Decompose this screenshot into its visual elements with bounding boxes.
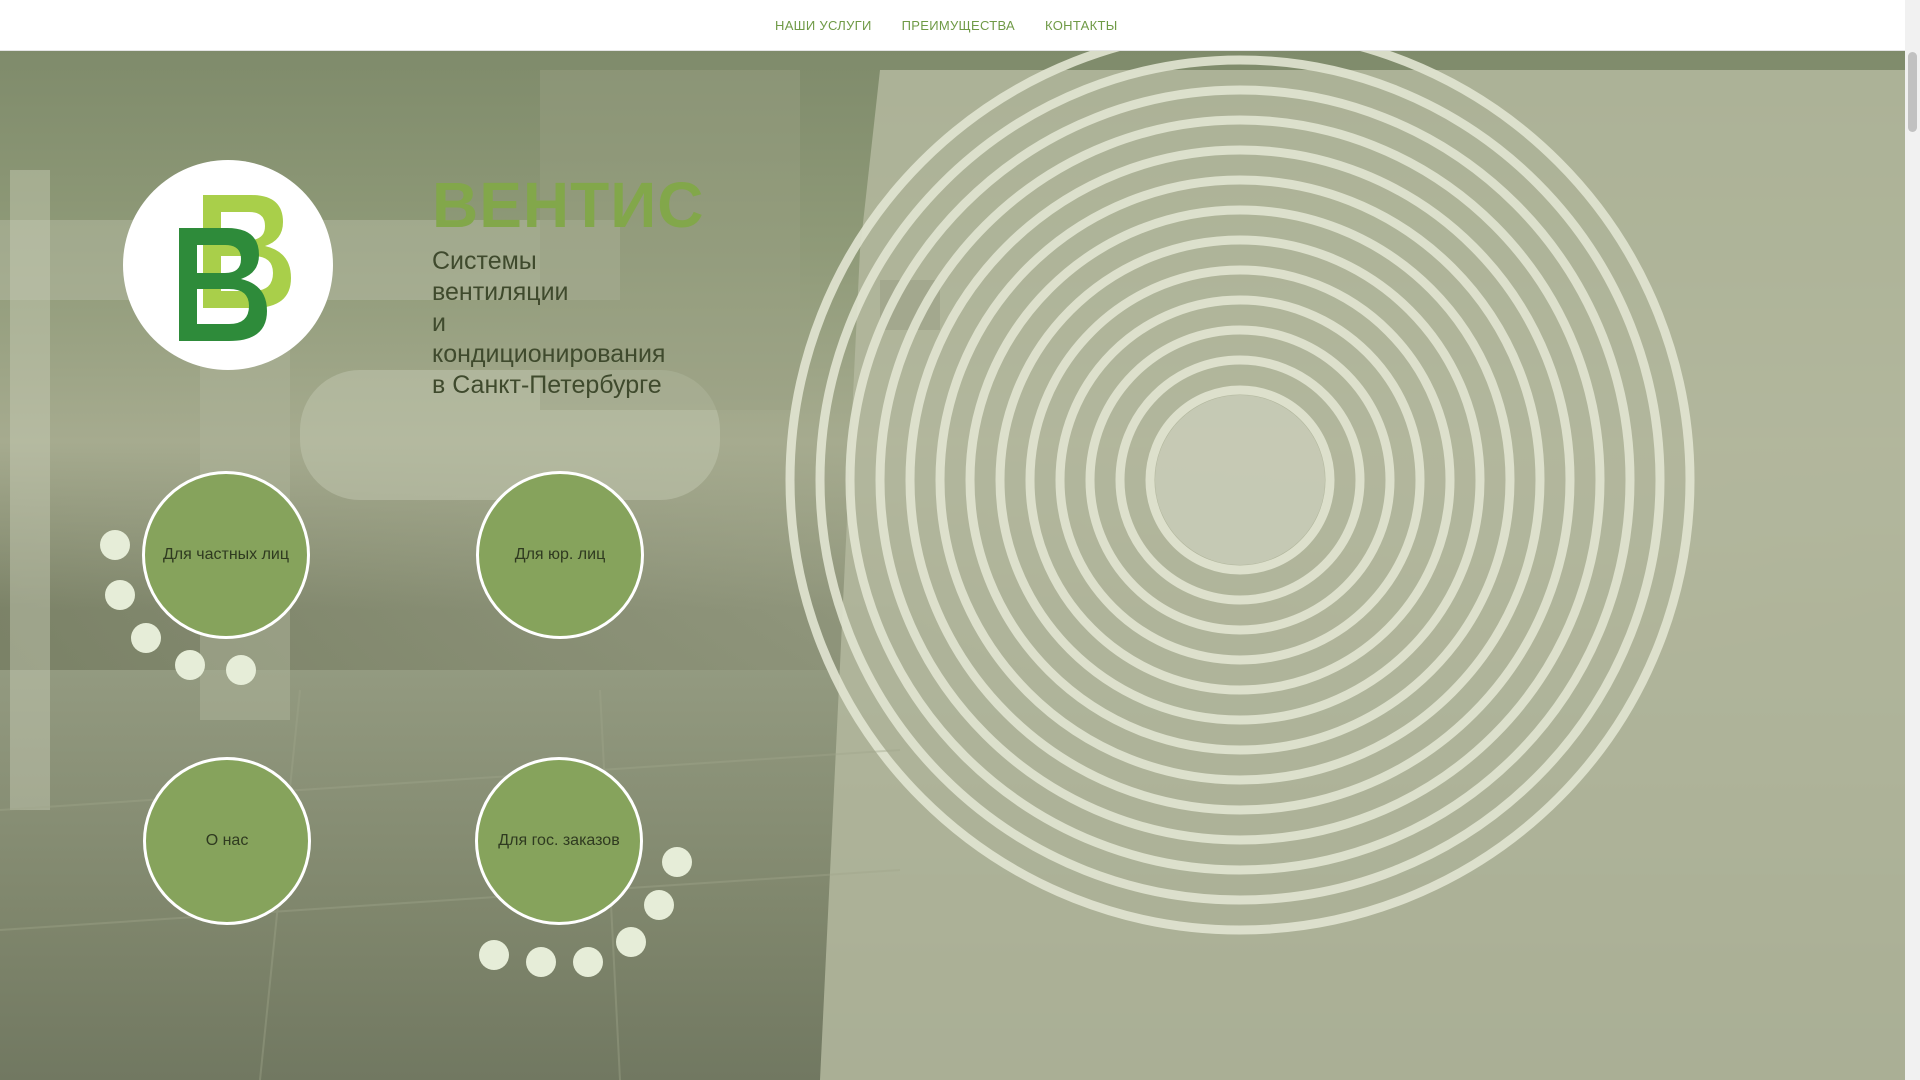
decorative-dot: [100, 530, 130, 560]
double-b-logo-icon: [179, 195, 291, 341]
hero-section: ВЕНТИС Системы вентиляции и кондициониро…: [0, 50, 1905, 1080]
scrollbar-thumb[interactable]: [1908, 52, 1917, 132]
tagline-line: Системы: [432, 247, 537, 275]
bubble-government-orders[interactable]: Для гос. заказов: [475, 757, 643, 925]
bubble-about-us[interactable]: О нас: [143, 757, 311, 925]
hero-tagline: Системы вентиляции и кондиционирования в…: [432, 246, 732, 401]
tagline-line: в Санкт-Петербурге: [432, 371, 662, 399]
page-scrollbar[interactable]: [1905, 0, 1920, 1080]
brand-title: ВЕНТИС: [432, 169, 705, 241]
decorative-dot: [526, 947, 556, 977]
nav-item-contacts[interactable]: КОНТАКТЫ: [1045, 18, 1118, 33]
decorative-dot: [573, 947, 603, 977]
decorative-dot: [175, 650, 205, 680]
bubble-legal-entities[interactable]: Для юр. лиц: [476, 471, 644, 639]
top-navigation-bar: НАШИ УСЛУГИ ПРЕИМУЩЕСТВА КОНТАКТЫ: [0, 0, 1905, 51]
decorative-dot: [226, 655, 256, 685]
company-logo[interactable]: [123, 160, 333, 370]
decorative-dot: [105, 580, 135, 610]
nav-item-services[interactable]: НАШИ УСЛУГИ: [775, 18, 872, 33]
tagline-line: кондиционирования: [432, 340, 666, 368]
decorative-dot: [479, 940, 509, 970]
tagline-line: и: [432, 309, 446, 337]
decorative-dot: [131, 623, 161, 653]
bubble-private-clients[interactable]: Для частных лиц: [142, 471, 310, 639]
decorative-dot: [662, 847, 692, 877]
tagline-line: вентиляции: [432, 278, 569, 306]
nav-item-advantages[interactable]: ПРЕИМУЩЕСТВА: [902, 18, 1015, 33]
decorative-dot: [644, 890, 674, 920]
main-nav: НАШИ УСЛУГИ ПРЕИМУЩЕСТВА КОНТАКТЫ: [760, 0, 1133, 50]
decorative-dot: [616, 927, 646, 957]
